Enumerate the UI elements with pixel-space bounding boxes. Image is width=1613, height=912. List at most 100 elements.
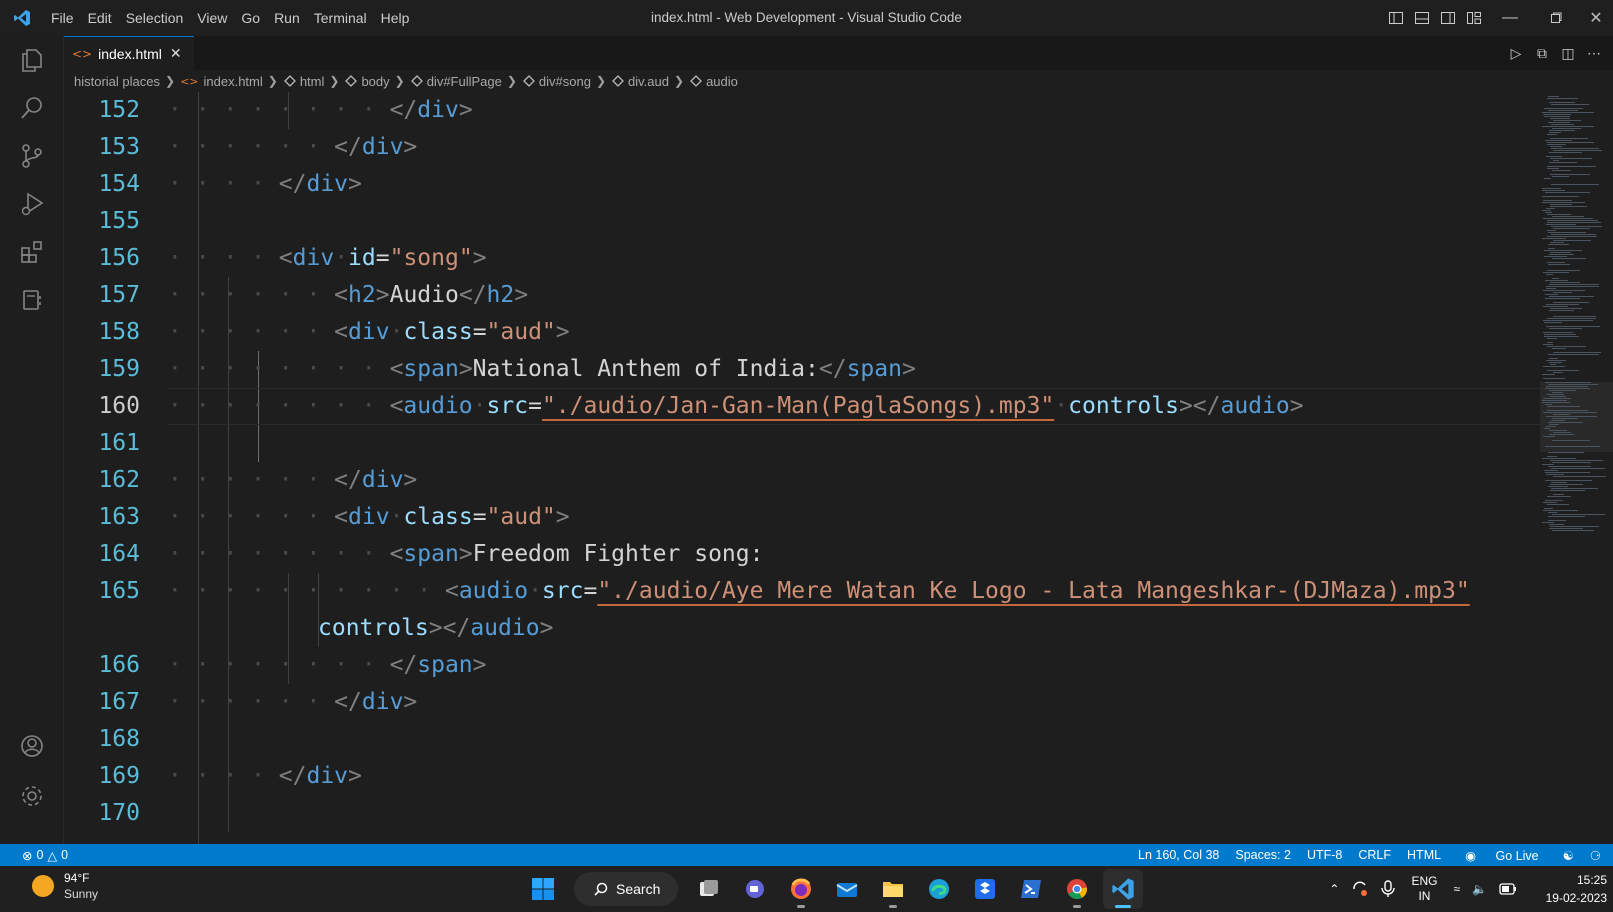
breadcrumb-file[interactable]: <> index.html — [180, 74, 263, 89]
file-explorer-icon[interactable] — [873, 869, 913, 909]
clock-time: 15:25 — [1576, 873, 1607, 887]
source-control-icon[interactable] — [0, 132, 64, 180]
code-line: 167 · · · · · · </div> — [64, 684, 1540, 721]
minimap-line — [1550, 252, 1571, 253]
menu-view[interactable]: View — [190, 10, 234, 26]
menu-help[interactable]: Help — [374, 10, 417, 26]
run-icon[interactable]: ▷ — [1503, 45, 1529, 62]
volume-icon[interactable]: 🔈 — [1472, 882, 1487, 896]
minimap-line — [1549, 284, 1599, 285]
edge-icon[interactable] — [919, 869, 959, 909]
minimap-line — [1542, 190, 1565, 191]
minimap-line — [1553, 302, 1589, 303]
language-mode[interactable]: HTML — [1407, 848, 1441, 862]
customize-layout-icon[interactable] — [1461, 0, 1487, 36]
minimap-line — [1545, 404, 1552, 405]
code-text: · · · · <div·id="song"> — [168, 245, 487, 271]
breadcrumb-body[interactable]: body — [344, 74, 390, 89]
indentation[interactable]: Spaces: 2 — [1235, 848, 1291, 862]
tab-index-html[interactable]: <> index.html ✕ — [64, 36, 194, 70]
line-number: 167 — [98, 689, 140, 715]
close-tab-icon[interactable]: ✕ — [170, 45, 182, 62]
vscode-logo-icon — [0, 9, 44, 27]
settings-gear-icon[interactable] — [0, 772, 64, 820]
toggle-secondary-sidebar-icon[interactable] — [1435, 0, 1461, 36]
breadcrumb-fullpage[interactable]: div#FullPage — [410, 74, 502, 89]
language-indicator[interactable]: ENG IN — [1411, 874, 1437, 904]
problems-indicator[interactable]: ⊗ 0 △ 0 — [0, 848, 72, 863]
more-actions-icon[interactable]: ⋯ — [1581, 45, 1607, 62]
breadcrumb-div-aud[interactable]: div.aud — [611, 74, 669, 89]
code-text: · · · · · · <div·class="aud"> — [168, 504, 570, 530]
menu-run[interactable]: Run — [267, 10, 307, 26]
code-text: · · · · </div> — [168, 763, 362, 789]
close-window-icon[interactable]: ✕ — [1579, 0, 1613, 36]
minimap-line — [1550, 146, 1562, 147]
notifications-bell-icon[interactable]: ⚆ — [1590, 848, 1601, 863]
menu-terminal[interactable]: Terminal — [307, 10, 374, 26]
battery-icon[interactable] — [1499, 883, 1517, 895]
cursor-position[interactable]: Ln 160, Col 38 — [1138, 848, 1219, 862]
code-editor[interactable]: 152 · · · · · · · · </div> 153 · · · · ·… — [64, 92, 1540, 844]
minimap-line — [1549, 296, 1594, 297]
breadcrumb-audio[interactable]: audio — [689, 74, 738, 89]
minimap[interactable] — [1540, 92, 1613, 844]
line-ending[interactable]: CRLF — [1358, 848, 1391, 862]
mail-icon[interactable] — [827, 869, 867, 909]
chrome-icon[interactable] — [1057, 869, 1097, 909]
go-live-button[interactable]: ◉ Go Live — [1457, 848, 1547, 863]
symbol-element-icon — [611, 74, 625, 88]
minimap-line — [1550, 308, 1582, 309]
minimize-icon[interactable]: — — [1487, 0, 1533, 36]
symbol-element-icon — [283, 74, 297, 88]
taskbar-search[interactable]: Search — [574, 872, 678, 906]
run-debug-icon[interactable] — [0, 180, 64, 228]
weather-widget[interactable]: 94°F Sunny — [32, 870, 98, 902]
minimap-line — [1550, 490, 1585, 491]
minimap-line — [1548, 516, 1585, 517]
dropbox-icon[interactable] — [965, 869, 1005, 909]
powershell-icon[interactable] — [1011, 869, 1051, 909]
remote-explorer-icon[interactable] — [0, 276, 64, 324]
split-editor-icon[interactable]: ◫ — [1555, 45, 1581, 62]
feedback-icon[interactable]: ☯ — [1563, 848, 1574, 863]
toggle-panel-icon[interactable] — [1409, 0, 1435, 36]
menu-go[interactable]: Go — [234, 10, 267, 26]
clock[interactable]: 15:25 19-02-2023 — [1537, 871, 1607, 907]
firefox-icon[interactable] — [781, 869, 821, 909]
code-line: 168 — [64, 721, 1540, 758]
explorer-icon[interactable] — [0, 36, 64, 84]
open-preview-icon[interactable]: ⧉ — [1529, 45, 1555, 62]
task-view-icon[interactable] — [689, 869, 729, 909]
menu-edit[interactable]: Edit — [81, 10, 119, 26]
code-text: · · · · </div> — [168, 171, 362, 197]
restore-icon[interactable] — [1533, 0, 1579, 36]
minimap-line — [1547, 222, 1601, 223]
menu-selection[interactable]: Selection — [119, 10, 191, 26]
search-icon[interactable] — [0, 84, 64, 132]
code-line-active: 160 · · · · · · · · <audio·src="./audio/… — [64, 388, 1540, 425]
extensions-icon[interactable] — [0, 228, 64, 276]
code-text: · · · · · · <div·class="aud"> — [168, 319, 570, 345]
breadcrumb-html[interactable]: html — [283, 74, 324, 89]
line-number: 164 — [98, 541, 140, 567]
minimap-line — [1550, 526, 1599, 527]
microphone-icon[interactable] — [1381, 880, 1396, 898]
minimap-line — [1545, 294, 1558, 295]
chat-icon[interactable] — [735, 869, 775, 909]
code-line: 164 · · · · · · · · <span>Freedom Fighte… — [64, 536, 1540, 573]
minimap-line — [1545, 212, 1552, 213]
minimap-slider[interactable] — [1540, 382, 1613, 452]
breadcrumb-folder[interactable]: historial places — [74, 74, 160, 89]
wifi-icon[interactable]: ≈ — [1453, 882, 1460, 896]
encoding[interactable]: UTF-8 — [1307, 848, 1342, 862]
start-windows-icon[interactable] — [523, 869, 563, 909]
minimap-line — [1553, 414, 1570, 415]
menu-file[interactable]: File — [44, 10, 81, 26]
account-icon[interactable] — [0, 722, 64, 770]
toggle-sidebar-icon[interactable] — [1383, 0, 1409, 36]
breadcrumb-song[interactable]: div#song — [522, 74, 591, 89]
chevron-up-icon[interactable]: ⌃ — [1329, 882, 1339, 896]
vscode-taskbar-icon[interactable] — [1103, 869, 1143, 909]
sync-icon[interactable] — [1351, 880, 1369, 898]
